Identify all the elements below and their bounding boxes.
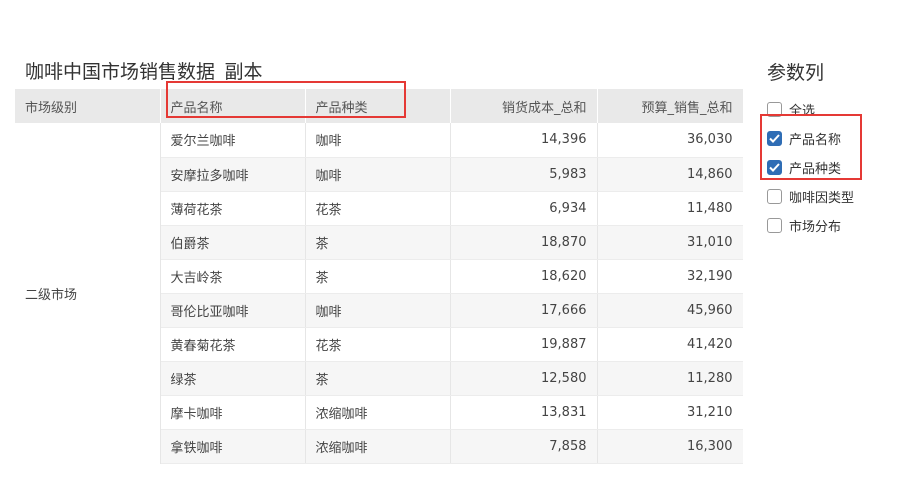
- checkbox-unchecked[interactable]: [767, 218, 782, 233]
- product-name-cell: 绿茶: [160, 361, 306, 396]
- header-product-type[interactable]: 产品种类: [305, 89, 451, 123]
- header-product-name[interactable]: 产品名称: [160, 89, 306, 123]
- product-type-cell: 茶: [305, 225, 451, 260]
- check-icon: [769, 163, 780, 172]
- product-name-cell: 爱尔兰咖啡: [160, 123, 306, 158]
- report-title: 咖啡中国市场销售数据_副本: [25, 61, 263, 83]
- budget-sales-sum-cell: 45,960: [597, 293, 743, 328]
- cost-sum-cell: 6,934: [450, 191, 598, 226]
- data-table-container: 市场级别 产品名称 产品种类 销货成本_总和 预算_销售_总和 二级市场 爱尔兰咖…: [15, 89, 743, 485]
- cost-sum-cell: 12,580: [450, 361, 598, 396]
- product-type-cell: 咖啡: [305, 123, 451, 158]
- panel-title: 参数列: [767, 62, 825, 84]
- budget-sales-sum-cell: 14,860: [597, 157, 743, 192]
- cost-sum-cell: 14,396: [450, 123, 598, 158]
- product-type-cell: 花茶: [305, 191, 451, 226]
- product-type-cell: 花茶: [305, 327, 451, 362]
- product-type-cell: 茶: [305, 259, 451, 294]
- option-label: 产品名称: [789, 133, 842, 148]
- budget-sales-sum-cell: 11,280: [597, 361, 743, 396]
- product-type-cell: 咖啡: [305, 293, 451, 328]
- product-name-cell: 黄春菊花茶: [160, 327, 306, 362]
- product-type-cell: 咖啡: [305, 157, 451, 192]
- budget-sales-sum-cell: 31,210: [597, 395, 743, 430]
- checkbox-checked[interactable]: [767, 160, 782, 175]
- table-row: 二级市场 爱尔兰咖啡 咖啡 14,396 36,030: [15, 123, 743, 463]
- product-type-cell: 浓缩咖啡: [305, 429, 451, 464]
- parameter-option[interactable]: 咖啡因类型: [767, 182, 897, 211]
- option-label: 产品种类: [789, 162, 842, 177]
- cost-sum-cell: 19,887: [450, 327, 598, 362]
- product-name-cell: 摩卡咖啡: [160, 395, 306, 430]
- budget-sales-sum-cell: 32,190: [597, 259, 743, 294]
- product-type-cell: 浓缩咖啡: [305, 395, 451, 430]
- product-name-cell: 伯爵茶: [160, 225, 306, 260]
- product-name-cell: 安摩拉多咖啡: [160, 157, 306, 192]
- cost-sum-cell: 18,870: [450, 225, 598, 260]
- header-market-level[interactable]: 市场级别: [15, 89, 161, 123]
- budget-sales-sum-cell: 36,030: [597, 123, 743, 158]
- product-name-cell: 哥伦比亚咖啡: [160, 293, 306, 328]
- parameter-options: 全选产品名称产品种类咖啡因类型市场分布: [767, 95, 897, 240]
- header-cost-sum[interactable]: 销货成本_总和: [450, 89, 598, 123]
- product-type-cell: 茶: [305, 361, 451, 396]
- cost-sum-cell: 18,620: [450, 259, 598, 294]
- product-name-cell: 薄荷花茶: [160, 191, 306, 226]
- budget-sales-sum-cell: 11,480: [597, 191, 743, 226]
- data-table: 市场级别 产品名称 产品种类 销货成本_总和 预算_销售_总和 二级市场 爱尔兰咖…: [15, 89, 743, 464]
- budget-sales-sum-cell: 31,010: [597, 225, 743, 260]
- option-label: 咖啡因类型: [789, 191, 855, 206]
- cost-sum-cell: 13,831: [450, 395, 598, 430]
- check-icon: [769, 134, 780, 143]
- option-label: 全选: [789, 104, 816, 119]
- parameter-option[interactable]: 全选: [767, 95, 897, 124]
- budget-sales-sum-cell: 16,300: [597, 429, 743, 464]
- cost-sum-cell: 5,983: [450, 157, 598, 192]
- parameter-option[interactable]: 产品种类: [767, 153, 897, 182]
- cost-sum-cell: 17,666: [450, 293, 598, 328]
- checkbox-checked[interactable]: [767, 131, 782, 146]
- header-budget-sales-sum[interactable]: 预算_销售_总和: [597, 89, 743, 123]
- market-level-cell: 二级市场: [15, 123, 161, 463]
- budget-sales-sum-cell: 41,420: [597, 327, 743, 362]
- table-header-row: 市场级别 产品名称 产品种类 销货成本_总和 预算_销售_总和: [15, 89, 743, 123]
- checkbox-unchecked[interactable]: [767, 102, 782, 117]
- parameter-option[interactable]: 市场分布: [767, 211, 897, 240]
- parameter-panel: 参数列 全选产品名称产品种类咖啡因类型市场分布: [767, 58, 897, 240]
- parameter-option[interactable]: 产品名称: [767, 124, 897, 153]
- option-label: 市场分布: [789, 220, 842, 235]
- checkbox-unchecked[interactable]: [767, 189, 782, 204]
- product-name-cell: 拿铁咖啡: [160, 429, 306, 464]
- product-name-cell: 大吉岭茶: [160, 259, 306, 294]
- cost-sum-cell: 7,858: [450, 429, 598, 464]
